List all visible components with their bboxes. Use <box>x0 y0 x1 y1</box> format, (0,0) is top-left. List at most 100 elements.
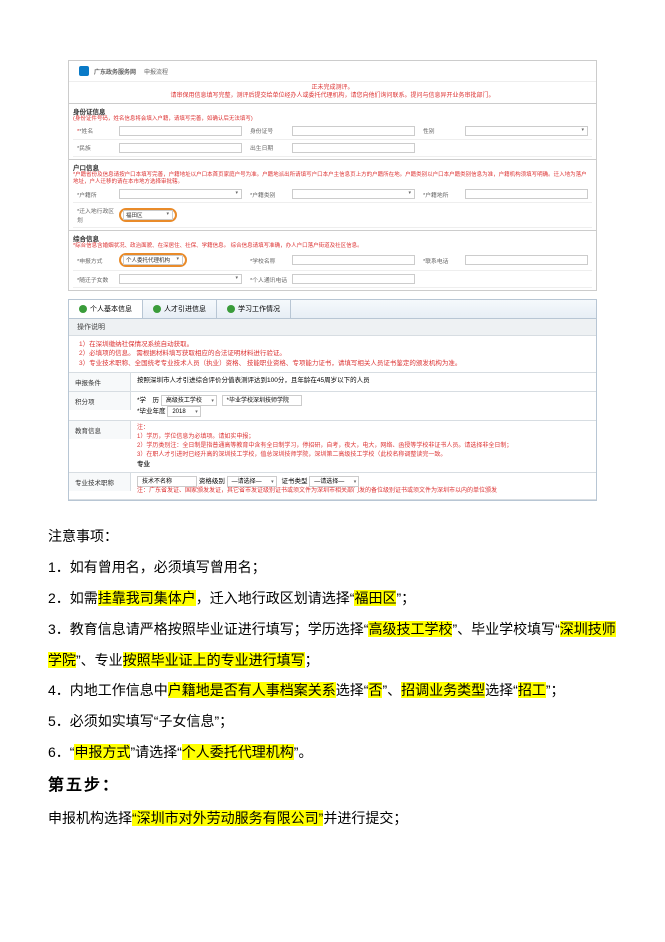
hl-collective: 挂靠我司集体户 <box>98 590 196 606</box>
select-zslx[interactable]: —请选择— <box>309 476 359 487</box>
op-instructions-title: 操作说明 <box>69 319 596 336</box>
hl-sbfs: 申报方式 <box>74 744 130 760</box>
input-huji2[interactable] <box>465 189 588 199</box>
document-body: 注意事项： 1．如有曾用名，必须填写曾用名； 2．如需挂靠我司集体户，迁入地行政… <box>8 521 657 833</box>
label-nation: *民族 <box>77 143 119 152</box>
hl-futian: 福田区 <box>354 590 396 606</box>
edu-note-1: 1）学历，学位信息为必填项。请如实申报； <box>137 433 590 442</box>
tab-talent[interactable]: 人才引进信息 <box>143 300 217 318</box>
hl-major: 按照毕业证上的专业进行填写 <box>123 652 305 668</box>
hl-agency: 个人委托代理机构 <box>182 744 294 760</box>
highlight-circle-movearea: 福田区 <box>119 208 177 222</box>
label-idcard: 身份证号 <box>250 126 292 135</box>
input-phone[interactable] <box>465 255 588 265</box>
step-5-body: 申报机构选择“深圳市对外劳动服务有限公司”并进行提交； <box>48 803 617 834</box>
label-zslx: 证书类型 <box>281 478 307 485</box>
zy-controls: 技术不名称 资格级别 —请选择— 证书类型 —请选择— 注：广东省发证、国家颁发… <box>131 473 596 499</box>
tab-study[interactable]: 学习工作情况 <box>217 300 291 318</box>
hl-company: “深圳市对外劳动服务有限公司” <box>132 810 323 826</box>
label-huji-type: *户籍类别 <box>250 190 292 199</box>
instr-1: 1）在深圳缴纳社保情况系统自动获取。 <box>79 340 586 349</box>
hl-archive: 户籍地是否有人事档案关系 <box>168 682 336 698</box>
select-sex[interactable] <box>465 126 588 136</box>
select-biyend[interactable]: 2018 <box>167 406 200 417</box>
input-zy[interactable]: 技术不名称 <box>137 476 197 487</box>
input-school[interactable] <box>292 255 415 265</box>
instr-3: 3）专业技术职称、全国统考专业技术人员（执业）资格、 技能职业资格、专项能力证书… <box>79 359 586 368</box>
label-xueli: *学 历 <box>137 397 159 404</box>
banner-line-2: 请审保用信息填写完整，测评后提交给单位经办人或委托代理机构，请您向他们询问联系。… <box>73 92 592 100</box>
gov-breadcrumb: 申报流程 <box>144 67 168 76</box>
tab-study-label: 学习工作情况 <box>238 304 280 314</box>
label-sx2: *个人通讯电话 <box>250 275 292 284</box>
gov-warning-banner: 正未完成测评。 请审保用信息填写完整，测评后提交给单位经办人或委托代理机构，请您… <box>69 82 596 103</box>
note-3: 3．教育信息请严格按照毕业证进行填写；学历选择“高级技工学校”、毕业学校填写“深… <box>48 614 617 676</box>
step-5-heading: 第五步： <box>48 768 617 803</box>
highlight-circle-sbfs: 个人委托代理机构 <box>119 253 187 267</box>
section-combo: 综合信息 *综合信息含婚姻状况、政治面貌、在深居住、社保、学籍信息。 综合信息请… <box>69 230 596 290</box>
label-profession: 专业 <box>137 460 590 470</box>
note-4: 4．内地工作信息中户籍地是否有人事档案关系选择“否”、招调业务类型选择“招工”； <box>48 675 617 706</box>
gov-logo-icon <box>79 66 89 76</box>
input-name[interactable] <box>119 126 242 136</box>
hl-no: 否 <box>368 682 382 698</box>
input-sx2[interactable] <box>292 274 415 284</box>
hl-biztype: 招调业务类型 <box>401 682 485 698</box>
label-phone: *联系电话 <box>423 256 465 265</box>
notes-heading: 注意事项： <box>48 521 617 552</box>
tab-basic[interactable]: 个人基本信息 <box>69 300 143 318</box>
row-score: 积分项 *学 历 高级技工学校 *毕业学校深圳技师学院 *毕业年度 2018 <box>69 392 596 421</box>
label-sx: *随迁子女数 <box>77 275 119 284</box>
label-sex: 性别 <box>423 126 465 135</box>
select-huji-type[interactable] <box>292 189 415 199</box>
hl-tech-school: 高级技工学校 <box>368 621 452 637</box>
edu-note-2: 2）学历类别注：全日制是指普通高等教育中含有全日制学习，停招研，自考，夜大，电大… <box>137 442 590 451</box>
zy-note: 注：广东省发证、国家颁发发证，其它省市发证级别证书或须文件为深圳市相关部门发的备… <box>137 487 590 496</box>
section-combo-note: *综合信息含婚姻状况、政治面貌、在深居住、社保、学籍信息。 综合信息请填写准确，… <box>73 243 592 250</box>
label-eduinfo: 教育信息 <box>69 421 131 439</box>
select-move-area[interactable]: 福田区 <box>123 210 173 220</box>
select-huji[interactable] <box>119 189 242 199</box>
label-move-area: *迁入地行政区划 <box>77 206 119 224</box>
value-condition: 按照深圳市人才引进综合评价分值表测评达到100分，且年龄在45周岁以下的人员 <box>131 373 596 389</box>
label-zgjb: 资格级别 <box>199 478 225 485</box>
select-xueli[interactable]: 高级技工学校 <box>161 395 217 406</box>
select-sx[interactable] <box>119 274 242 284</box>
note-2: 2．如需挂靠我司集体户，迁入地行政区划请选择“福田区”； <box>48 583 617 614</box>
note-1: 1．如有曾用名，必须填写曾用名； <box>48 552 617 583</box>
hl-zhaogong: 招工 <box>518 682 546 698</box>
label-huji: *户籍所 <box>77 190 119 199</box>
section-id-title: 身份证信息 <box>73 109 106 116</box>
tab-talent-label: 人才引进信息 <box>164 304 206 314</box>
input-bixy[interactable]: *毕业学校深圳技师学院 <box>222 395 302 406</box>
section-hukou: 户口信息 *户籍省份及信息请按户口本填写完善，户籍地址以户口本首页家庭户号为准。… <box>69 159 596 230</box>
gov-header: 广东政务服务网 申报流程 <box>69 61 596 82</box>
check-icon <box>79 305 87 313</box>
select-zgjb[interactable]: —请选择— <box>227 476 277 487</box>
gov-site-name: 广东政务服务网 <box>94 67 136 76</box>
label-huji2: *户籍地所 <box>423 190 465 199</box>
input-birth[interactable] <box>292 143 415 153</box>
note-6: 6．“申报方式”请选择“个人委托代理机构”。 <box>48 737 617 768</box>
row-condition: 申报条件 按照深圳市人才引进综合评价分值表测评达到100分，且年龄在45周岁以下… <box>69 373 596 392</box>
edu-note-h: 注： <box>137 424 590 433</box>
score-controls: *学 历 高级技工学校 *毕业学校深圳技师学院 *毕业年度 2018 <box>131 392 596 420</box>
section-id-note: (身份证件号码，姓名信息将会填入户籍，请填写完善，如确认后无法填写) <box>73 116 592 123</box>
row-edu: 教育信息 注： 1）学历，学位信息为必填项。请如实申报； 2）学历类别注：全日制… <box>69 421 596 474</box>
check-icon <box>153 305 161 313</box>
instr-2: 2）必填项的信息。 需根据材料填写获取相应的合法证明材料进行验证。 <box>79 349 586 358</box>
op-instructions: 1）在深圳缴纳社保情况系统自动获取。 2）必填项的信息。 需根据材料填写获取相应… <box>69 336 596 372</box>
edu-notes: 注： 1）学历，学位信息为必填项。请如实申报； 2）学历类别注：全日制是指普通高… <box>131 421 596 473</box>
section-hukou-title: 户口信息 <box>73 165 99 172</box>
input-idcard[interactable] <box>292 126 415 136</box>
tab-bar: 个人基本信息 人才引进信息 学习工作情况 <box>69 300 596 319</box>
row-zy: 专业技术职称 技术不名称 资格级别 —请选择— 证书类型 —请选择— 注：广东省… <box>69 473 596 500</box>
select-sbfs[interactable]: 个人委托代理机构 <box>123 255 183 265</box>
note-5: 5．必须如实填写“子女信息”； <box>48 706 617 737</box>
talent-form-screenshot: 个人基本信息 人才引进信息 学习工作情况 操作说明 1）在深圳缴纳社保情况系统自… <box>68 299 597 501</box>
input-nation[interactable] <box>119 143 242 153</box>
label-zy: 专业技术职称 <box>69 473 131 491</box>
label-name: **姓名 <box>77 126 119 135</box>
label-birth: 出生日期 <box>250 143 292 152</box>
label-biyend: *毕业年度 <box>137 408 166 415</box>
